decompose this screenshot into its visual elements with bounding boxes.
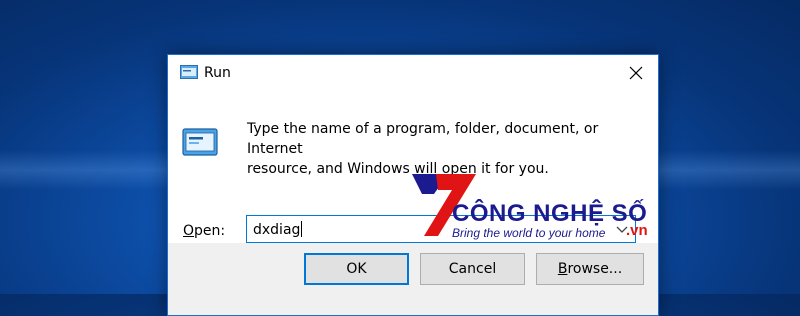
title-bar[interactable]: Run xyxy=(168,55,658,93)
close-icon xyxy=(629,66,643,80)
window-title: Run xyxy=(204,65,231,81)
ok-button[interactable]: OK xyxy=(304,253,409,285)
watermark-tagline: Bring the world to your home xyxy=(452,226,606,240)
text-cursor xyxy=(301,221,303,237)
open-label: Open: xyxy=(183,223,226,239)
watermark-brand: CÔNG NGHỆ SỐ xyxy=(452,200,648,227)
browse-button[interactable]: Browse... xyxy=(536,253,644,285)
description-line-1: Type the name of a program, folder, docu… xyxy=(247,121,599,157)
run-icon xyxy=(180,65,198,79)
open-input[interactable]: dxdiag xyxy=(253,221,303,238)
close-button[interactable] xyxy=(614,55,658,91)
watermark-tld: .vn xyxy=(626,222,648,239)
button-bar: OK Cancel Browse... xyxy=(168,243,658,315)
watermark: CÔNG NGHỆ SỐ Bring the world to your hom… xyxy=(408,170,660,250)
cancel-button[interactable]: Cancel xyxy=(420,253,525,285)
run-program-icon xyxy=(182,128,218,156)
